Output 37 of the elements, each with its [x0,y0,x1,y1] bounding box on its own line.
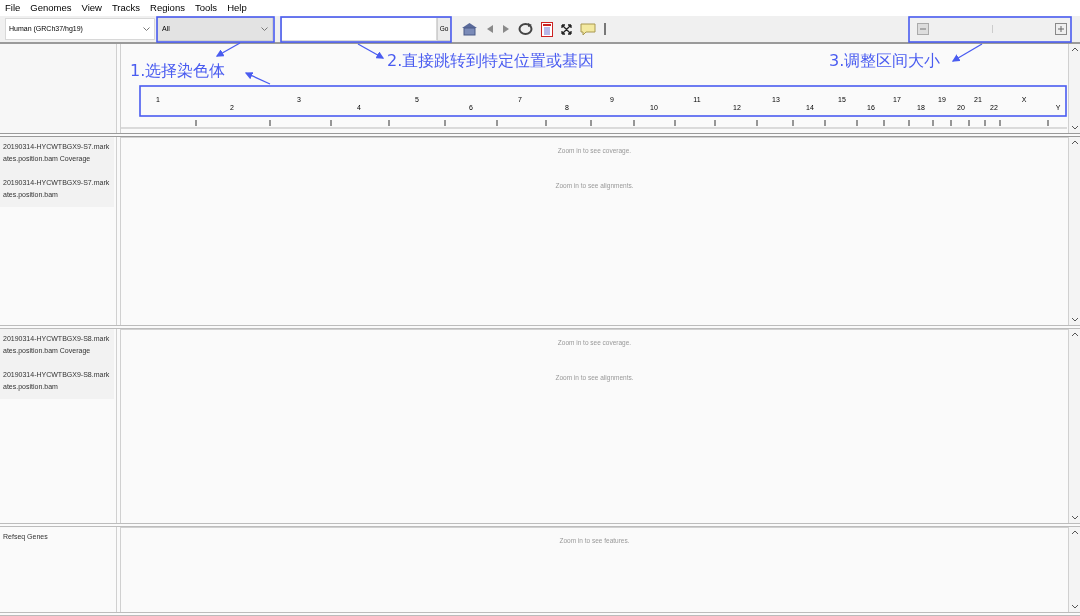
menu-item[interactable]: Tracks [106,0,146,16]
forward-icon[interactable] [502,25,510,33]
scrollbar[interactable] [1068,527,1080,612]
scroll-down-icon[interactable] [1070,125,1079,131]
annotation-text: 2.直接跳转到特定位置或基因 [387,51,595,71]
fit-icon[interactable] [561,23,572,35]
annotation-text: 1.选择染色体 [130,61,226,81]
annotation-text: 3.调整区间大小 [829,51,941,71]
region-icon[interactable] [541,21,553,37]
scroll-up-icon[interactable] [1070,529,1079,535]
scrollbar[interactable] [1068,329,1080,523]
arrow [357,43,385,59]
scroll-down-icon[interactable] [1070,515,1079,521]
menu-item[interactable]: Regions [145,0,190,16]
caret-icon [261,27,268,31]
arrow [951,43,983,62]
locus-field[interactable] [281,17,437,41]
arrow [244,72,271,85]
menu-item[interactable]: Help [222,0,252,16]
scroll-down-icon[interactable] [1070,317,1079,323]
menu-item[interactable]: View [76,0,107,16]
divider-icon [604,23,606,35]
scroll-up-icon[interactable] [1070,46,1079,52]
zoom-in-icon[interactable] [1055,23,1067,35]
arrow [215,42,241,57]
scroll-up-icon[interactable] [1070,331,1079,337]
scroll-up-icon[interactable] [1070,139,1079,145]
back-icon[interactable] [486,25,494,33]
scroll-down-icon[interactable] [1070,604,1079,610]
menu-item[interactable]: File [0,0,26,16]
scrollbar[interactable] [1068,44,1080,133]
home-icon[interactable] [461,22,478,36]
refresh-icon[interactable] [518,22,533,36]
menu-item[interactable]: Tools [189,0,223,16]
scrollbar[interactable] [1068,137,1080,325]
menu-item[interactable]: Genomes [25,0,77,16]
caret-icon [143,27,150,31]
